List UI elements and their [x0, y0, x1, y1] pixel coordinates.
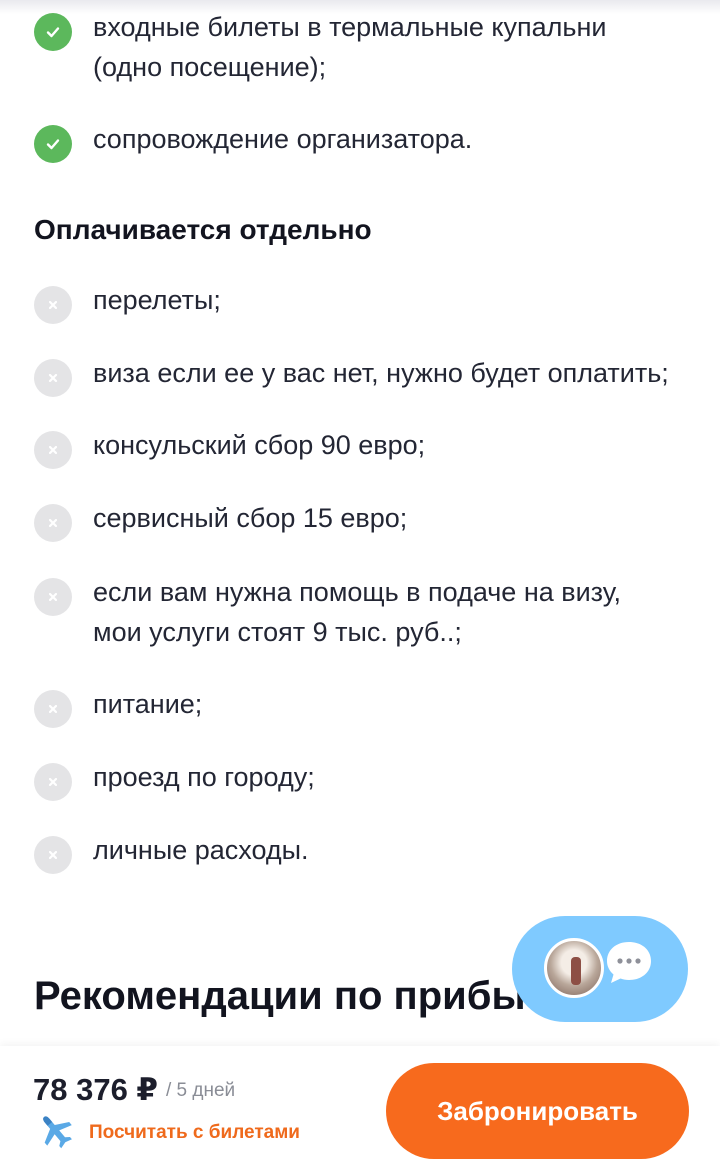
list-item-text: сервисный сбор 15 евро; [93, 503, 408, 533]
list-item-text: личные расходы. [93, 835, 309, 865]
chat-bubble-icon [607, 942, 651, 983]
book-button[interactable]: Забронировать [386, 1063, 689, 1159]
check-icon [34, 13, 72, 51]
calculate-with-tickets-link[interactable]: Посчитать с билетами [89, 1122, 300, 1144]
list-item-text: виза если ее у вас нет, нужно будет опла… [93, 358, 669, 388]
list-item: виза если ее у вас нет, нужно будет опла… [34, 358, 694, 397]
guide-avatar [544, 938, 604, 998]
price-period: / 5 дней [166, 1080, 236, 1101]
cross-icon [34, 763, 72, 801]
cross-icon [34, 836, 72, 874]
list-item-text: перелеты; [93, 285, 221, 315]
check-icon [34, 125, 72, 163]
list-item: проезд по городу; [34, 762, 694, 801]
list-item-text: входные билеты в термальные купальни [93, 12, 607, 42]
cross-icon [34, 359, 72, 397]
list-item: перелеты; [34, 285, 694, 324]
list-item: если вам нужна помощь в подаче на визу, … [34, 577, 694, 652]
chat-widget-button[interactable] [512, 916, 688, 1022]
list-item: сервисный сбор 15 евро; [34, 503, 694, 542]
section-title-extra: Оплачивается отдельно [34, 214, 372, 245]
section-title-recommend: Рекомендации по прибыт [34, 974, 546, 1018]
list-item: личные расходы. [34, 835, 694, 874]
booking-footer: 78 376 ₽ / 5 дней Посчитать с билетами З… [0, 1046, 720, 1175]
list-item-text: питание; [93, 689, 203, 719]
airplane-icon [43, 1116, 72, 1149]
cross-icon [34, 578, 72, 616]
list-item-text: если вам нужна помощь в подаче на визу, [93, 577, 622, 607]
list-item: питание; [34, 689, 694, 728]
cross-icon [34, 431, 72, 469]
list-item-text: (одно посещение); [93, 52, 327, 82]
list-item-text: сопровождение организатора. [93, 124, 473, 154]
cross-icon [34, 690, 72, 728]
list-item: сопровождение организатора. [34, 124, 694, 163]
cross-icon [34, 504, 72, 542]
list-item-text: мои услуги стоят 9 тыс. руб..; [93, 617, 462, 647]
list-item-text: консульский сбор 90 евро; [93, 430, 426, 460]
price: 78 376 ₽ [33, 1072, 158, 1107]
list-item: входные билеты в термальные купальни (од… [34, 12, 694, 87]
cross-icon [34, 286, 72, 324]
list-item-text: проезд по городу; [93, 762, 315, 792]
list-item: консульский сбор 90 евро; [34, 430, 694, 469]
